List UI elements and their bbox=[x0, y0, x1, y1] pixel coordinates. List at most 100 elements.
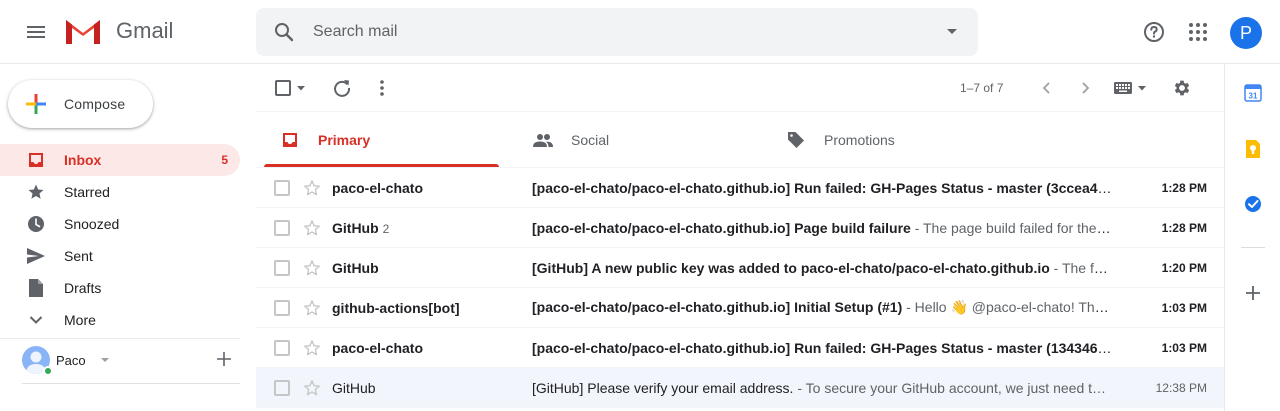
account-name: Paco bbox=[56, 352, 86, 368]
star-outline-icon[interactable] bbox=[303, 219, 321, 237]
email-list: paco-el-chato [paco-el-chato/paco-el-cha… bbox=[256, 168, 1224, 408]
row-checkbox[interactable] bbox=[274, 380, 290, 396]
hangouts-account[interactable]: Paco bbox=[22, 345, 240, 375]
email-subject: [paco-el-chato/paco-el-chato.github.io] … bbox=[532, 299, 903, 315]
row-checkbox[interactable] bbox=[274, 180, 290, 196]
main-menu-button[interactable] bbox=[16, 12, 56, 52]
email-subject: [paco-el-chato/paco-el-chato.github.io] … bbox=[532, 339, 1110, 356]
clock-icon bbox=[26, 214, 46, 234]
help-icon bbox=[1144, 22, 1164, 42]
email-subject: [paco-el-chato/paco-el-chato.github.io] … bbox=[532, 219, 911, 236]
apps-grid-icon bbox=[1189, 23, 1207, 41]
keep-icon[interactable] bbox=[1243, 139, 1263, 159]
sidebar-item-label: Drafts bbox=[64, 280, 102, 296]
sender-name: GitHub 2 bbox=[332, 220, 522, 236]
row-checkbox[interactable] bbox=[274, 220, 290, 236]
sidebar-item-sent[interactable]: Sent bbox=[0, 240, 240, 272]
gear-icon bbox=[1174, 80, 1190, 96]
select-all-checkbox[interactable] bbox=[272, 72, 308, 104]
gmail-m-icon bbox=[66, 20, 100, 44]
caret-down-icon[interactable] bbox=[100, 357, 110, 363]
settings-button[interactable] bbox=[1166, 72, 1198, 104]
tasks-icon[interactable] bbox=[1243, 194, 1263, 214]
search-input[interactable] bbox=[313, 23, 913, 41]
star-icon bbox=[26, 182, 46, 202]
calendar-icon[interactable]: 31 bbox=[1243, 83, 1263, 103]
sidebar-nav: Inbox 5 Starred Snoozed Sent Drafts More bbox=[0, 144, 240, 336]
star-outline-icon[interactable] bbox=[303, 299, 321, 317]
support-button[interactable] bbox=[1134, 12, 1174, 52]
sender-name: github-actions[bot] bbox=[332, 299, 460, 316]
tab-label: Promotions bbox=[824, 132, 895, 148]
inbox-icon bbox=[26, 150, 46, 170]
account-avatar[interactable]: P bbox=[1230, 17, 1262, 49]
mail-toolbar: 1–7 of 7 bbox=[256, 64, 1224, 112]
email-time: 1:28 PM bbox=[1161, 180, 1207, 195]
app-name: Gmail bbox=[116, 18, 174, 43]
svg-text:31: 31 bbox=[1249, 92, 1258, 101]
email-row[interactable]: GitHub 2 [paco-el-chato/paco-el-chato.git… bbox=[256, 208, 1224, 248]
tab-primary[interactable]: Primary bbox=[264, 112, 499, 168]
sidebar-item-label: Inbox bbox=[64, 152, 102, 168]
chevron-left-icon bbox=[1042, 82, 1050, 94]
sidebar-item-starred[interactable]: Starred bbox=[0, 176, 240, 208]
input-tools-button[interactable] bbox=[1110, 72, 1150, 104]
search-options-icon[interactable] bbox=[946, 28, 958, 36]
row-checkbox[interactable] bbox=[274, 340, 290, 356]
star-outline-icon[interactable] bbox=[303, 339, 321, 357]
plus-icon bbox=[26, 94, 46, 114]
sidebar-item-more[interactable]: More bbox=[0, 304, 240, 336]
keyboard-icon bbox=[1114, 82, 1132, 94]
sender-name: GitHub bbox=[332, 259, 379, 276]
sidebar-divider bbox=[22, 383, 240, 384]
sidebar-item-snoozed[interactable]: Snoozed bbox=[0, 208, 240, 240]
refresh-icon bbox=[334, 80, 351, 97]
refresh-button[interactable] bbox=[326, 72, 358, 104]
people-icon bbox=[533, 130, 553, 150]
sidebar-item-label: Sent bbox=[64, 248, 93, 264]
email-row[interactable]: github-actions[bot] [paco-el-chato/paco-… bbox=[256, 288, 1224, 328]
email-subject: [GitHub] Please verify your email addres… bbox=[532, 379, 794, 396]
older-button[interactable] bbox=[1070, 72, 1102, 104]
star-outline-icon[interactable] bbox=[303, 179, 321, 197]
email-row[interactable]: GitHub [GitHub] Please verify your email… bbox=[256, 368, 1224, 408]
newer-button[interactable] bbox=[1030, 72, 1062, 104]
sender-name: paco-el-chato bbox=[332, 339, 424, 356]
email-row[interactable]: paco-el-chato [paco-el-chato/paco-el-cha… bbox=[256, 328, 1224, 368]
sidebar-item-label: More bbox=[64, 312, 96, 328]
category-tabs: Primary Social Promotions bbox=[256, 112, 1224, 168]
row-checkbox[interactable] bbox=[274, 260, 290, 276]
sender-label: GitHub bbox=[332, 219, 379, 236]
gmail-logo[interactable]: Gmail bbox=[64, 16, 173, 46]
compose-button[interactable]: Compose bbox=[8, 80, 153, 128]
email-row[interactable]: paco-el-chato [paco-el-chato/paco-el-cha… bbox=[256, 168, 1224, 208]
send-icon bbox=[26, 246, 46, 266]
email-summary: [GitHub] A new public key was added to p… bbox=[532, 260, 1112, 276]
compose-label: Compose bbox=[64, 96, 126, 112]
row-checkbox[interactable] bbox=[274, 300, 290, 316]
sidebar-item-inbox[interactable]: Inbox 5 bbox=[0, 144, 240, 176]
draft-icon bbox=[26, 278, 46, 298]
star-outline-icon[interactable] bbox=[303, 379, 321, 397]
email-time: 12:38 PM bbox=[1155, 380, 1207, 395]
inbox-icon bbox=[280, 130, 300, 150]
email-time: 1:28 PM bbox=[1161, 220, 1207, 235]
checkbox-icon bbox=[275, 80, 291, 96]
email-snippet: - Hello 👋 @paco-el-chato! Tha… bbox=[902, 299, 1112, 315]
star-outline-icon[interactable] bbox=[303, 259, 321, 277]
sidebar-item-label: Starred bbox=[64, 184, 110, 200]
get-addons-icon[interactable] bbox=[1243, 283, 1263, 303]
search-icon[interactable] bbox=[272, 20, 296, 44]
tab-promotions[interactable]: Promotions bbox=[770, 112, 1005, 168]
email-row[interactable]: GitHub [GitHub] A new public key was add… bbox=[256, 248, 1224, 288]
add-contact-icon[interactable] bbox=[216, 351, 232, 367]
email-summary: [paco-el-chato/paco-el-chato.github.io] … bbox=[532, 299, 1112, 316]
sidebar-item-drafts[interactable]: Drafts bbox=[0, 272, 240, 304]
more-actions-button[interactable] bbox=[366, 72, 398, 104]
email-summary: [paco-el-chato/paco-el-chato.github.io] … bbox=[532, 220, 1112, 236]
caret-down-icon bbox=[297, 85, 305, 90]
thread-count: 2 bbox=[382, 221, 390, 236]
apps-button[interactable] bbox=[1178, 12, 1218, 52]
tab-social[interactable]: Social bbox=[517, 112, 752, 168]
sidebar-item-label: Snoozed bbox=[64, 216, 120, 232]
